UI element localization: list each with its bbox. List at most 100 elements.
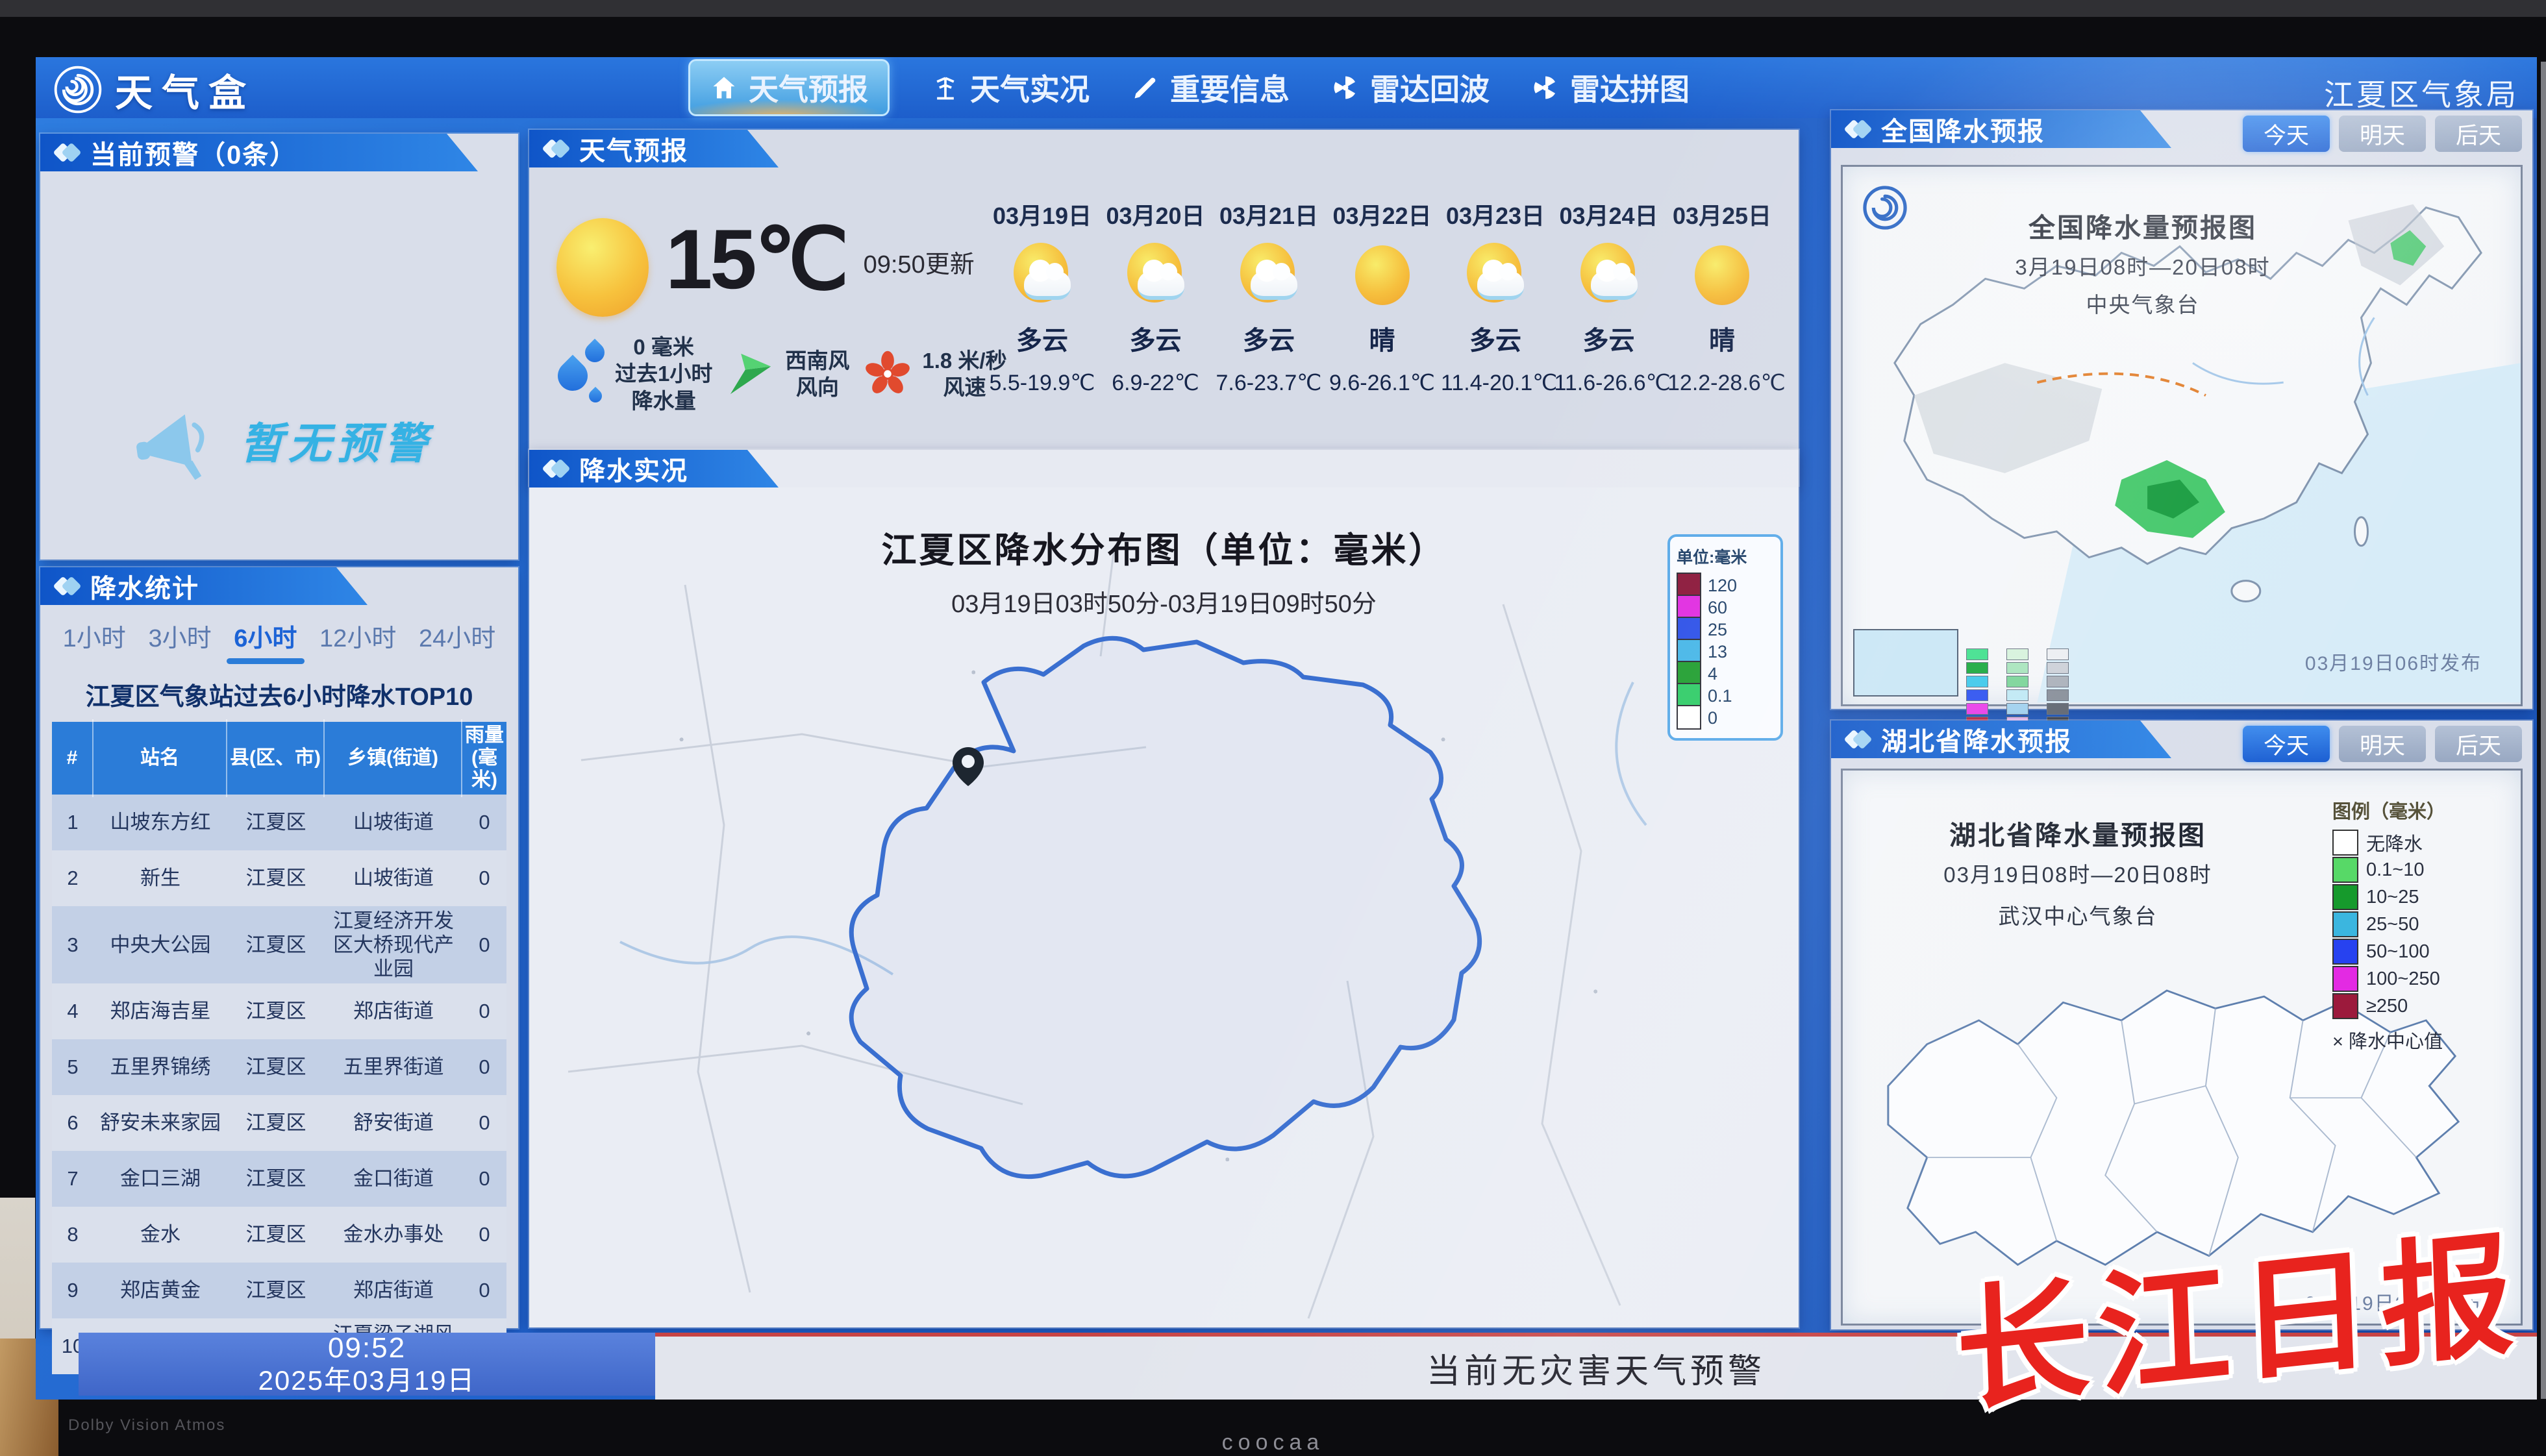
button-day-after[interactable]: 后天 xyxy=(2435,726,2522,762)
button-tomorrow[interactable]: 明天 xyxy=(2339,726,2426,762)
table-row: 2新生江夏区山坡街道0 xyxy=(52,850,506,906)
col-rank: # xyxy=(52,719,94,797)
national-map-legend xyxy=(1966,648,2069,728)
tab-label: 雷达拼图 xyxy=(1570,66,1690,109)
wind-direction-group: 西南风 风向 xyxy=(724,347,849,401)
alert-banner-text: 当前无灾害天气预警 xyxy=(1427,1344,1766,1392)
legend-item: 0 xyxy=(1677,707,1774,729)
update-time: 09:50更新 xyxy=(864,244,975,280)
tab-radar-mosaic[interactable]: 雷达拼图 xyxy=(1531,66,1690,109)
map-legend: 单位:毫米 120 60 25 13 4 0.1 0 xyxy=(1667,534,1783,741)
tab-label: 天气实况 xyxy=(970,66,1090,109)
weather-forecast-panel: 天气预报 15℃ 09:50更新 0 毫米 过去1小时 降水量 xyxy=(529,130,1799,486)
legend-title: 单位:毫米 xyxy=(1677,545,1774,568)
tab-weather-live[interactable]: 天气实况 xyxy=(931,66,1090,109)
forecast-day: 03月22日 晴 9.6-26.1℃ xyxy=(1328,197,1437,396)
button-today[interactable]: 今天 xyxy=(2243,726,2330,762)
china-map xyxy=(1843,167,2521,704)
tab-label: 雷达回波 xyxy=(1370,66,1490,109)
precip-value: 0 毫米 xyxy=(615,334,712,360)
stats-period-tabs: 1小时 3小时 6小时 12小时 24小时 xyxy=(40,618,518,661)
weather-icon xyxy=(1122,241,1190,309)
national-issued-time: 03月19日06时发布 xyxy=(2305,647,2482,676)
table-row: 6舒安未来家园江夏区舒安街道0 xyxy=(52,1095,506,1151)
current-temperature: 15℃ xyxy=(666,213,847,306)
col-rain: 雨量(毫米) xyxy=(462,719,506,797)
table-header-row: # 站名 县(区、市) 乡镇(街道) 雨量(毫米) xyxy=(52,722,506,795)
tv-brand-logo: coocaa xyxy=(1222,1430,1325,1455)
legend-item: 25~50 xyxy=(2332,911,2508,938)
diamond-icon xyxy=(56,579,79,593)
weather-icon xyxy=(1349,241,1416,309)
tab-12h[interactable]: 12小时 xyxy=(319,618,396,661)
table-row: 3中央大公园江夏区江夏经济开发区大桥现代产业园0 xyxy=(52,906,506,984)
diamond-icon xyxy=(1847,732,1869,747)
tab-weather-forecast[interactable]: 天气预报 xyxy=(688,59,890,116)
button-day-after[interactable]: 后天 xyxy=(2435,116,2522,152)
panel-header: 当前预警（0条） xyxy=(40,134,478,171)
table-row: 5五里界锦绣江夏区五里界街道0 xyxy=(52,1039,506,1095)
national-map-source: 中央气象台 xyxy=(1804,288,2482,319)
forecast-day: 03月21日 多云 7.6-23.7℃ xyxy=(1214,197,1323,396)
tab-1h[interactable]: 1小时 xyxy=(63,618,126,661)
legend-item: ≥250 xyxy=(2332,993,2508,1020)
national-precip-panel: 全国降水预报 今天 明天 后天 xyxy=(1831,110,2532,709)
weather-station-icon xyxy=(931,73,960,102)
legend-item: 25 xyxy=(1677,619,1774,641)
diamond-icon xyxy=(545,462,568,476)
panel-header: 全国降水预报 xyxy=(1831,110,2171,148)
clock-box: 09:52 2025年03月19日 xyxy=(79,1333,655,1396)
top-header-bar: 天气盒 天气预报 天气实况 重要信息 xyxy=(36,57,2537,118)
button-today[interactable]: 今天 xyxy=(2243,116,2330,152)
diamond-icon xyxy=(56,145,79,160)
table-row: 4郑店海吉星江夏区郑店街道0 xyxy=(52,983,506,1039)
button-tomorrow[interactable]: 明天 xyxy=(2339,116,2426,152)
panel-title: 全国降水预报 xyxy=(1881,110,2045,148)
day-selector: 今天 明天 后天 xyxy=(2243,116,2522,152)
hubei-map-period: 03月19日08时—20日08时 xyxy=(1739,858,2417,889)
precip-live-panel: 降水实况 江夏区降水分布图（单位：毫米） 03月19日03时5 xyxy=(529,450,1799,1327)
wind-direction: 西南风 xyxy=(785,347,849,374)
tab-6h[interactable]: 6小时 xyxy=(234,618,297,661)
tab-important-info[interactable]: 重要信息 xyxy=(1131,66,1290,109)
legend-item: 无降水 xyxy=(2332,829,2508,856)
legend-item: 50~100 xyxy=(2332,938,2508,965)
panel-header: 降水统计 xyxy=(40,567,368,605)
dolby-badge: Dolby Vision Atmos xyxy=(68,1416,225,1435)
panel-title: 降水统计 xyxy=(90,567,199,605)
precip-label2: 降水量 xyxy=(615,388,712,414)
forecast-day: 03月20日 多云 6.9-22℃ xyxy=(1101,197,1210,396)
hubei-map-legend: 图例（毫米） 无降水 0.1~10 10~25 25~50 50~100 100… xyxy=(2332,796,2508,1054)
hubei-map-source: 武汉中心气象台 xyxy=(1739,899,2417,930)
table-row: 9郑店黄金江夏区郑店街道0 xyxy=(52,1263,506,1318)
precip-stats-panel: 降水统计 1小时 3小时 6小时 12小时 24小时 江夏区气象站过去6小时降水… xyxy=(40,567,518,1328)
panel-header: 湖北省降水预报 xyxy=(1831,721,2171,758)
national-map-period: 3月19日08时—20日08时 xyxy=(1804,250,2482,281)
table-row: 8金水江夏区金水办事处0 xyxy=(52,1207,506,1263)
wind-arrow-icon xyxy=(724,347,777,401)
pencil-alert-icon xyxy=(1131,73,1160,102)
app-title: 天气盒 xyxy=(115,62,255,117)
home-icon xyxy=(710,73,738,102)
tab-24h[interactable]: 24小时 xyxy=(419,618,495,661)
weather-icon xyxy=(1235,241,1303,309)
tab-radar-echo[interactable]: 雷达回波 xyxy=(1331,66,1490,109)
sun-icon xyxy=(556,218,649,317)
no-alert-text: 暂无预警 xyxy=(240,409,432,488)
legend-item: 120 xyxy=(1677,574,1774,597)
day-selector: 今天 明天 后天 xyxy=(2243,726,2522,762)
precip-label: 过去1小时 xyxy=(615,360,712,387)
forecast-day: 03月25日 晴 12.2-28.6℃ xyxy=(1667,197,1777,396)
diamond-icon xyxy=(545,142,568,156)
table-title: 江夏区气象站过去6小时降水TOP10 xyxy=(40,676,518,712)
panel-title: 降水实况 xyxy=(579,450,688,487)
legend-item: 13 xyxy=(1677,641,1774,663)
hubei-map-title: 湖北省降水量预报图 xyxy=(1739,813,2417,852)
table-row: 1山坡东方红江夏区山坡街道0 xyxy=(52,795,506,850)
tab-3h[interactable]: 3小时 xyxy=(148,618,211,661)
wall-background-right xyxy=(2541,62,2546,1399)
legend-title: 图例（毫米） xyxy=(2332,796,2508,824)
weather-icon xyxy=(1688,241,1756,309)
weather-icon xyxy=(1575,241,1643,309)
legend-item: 0.1 xyxy=(1677,685,1774,707)
